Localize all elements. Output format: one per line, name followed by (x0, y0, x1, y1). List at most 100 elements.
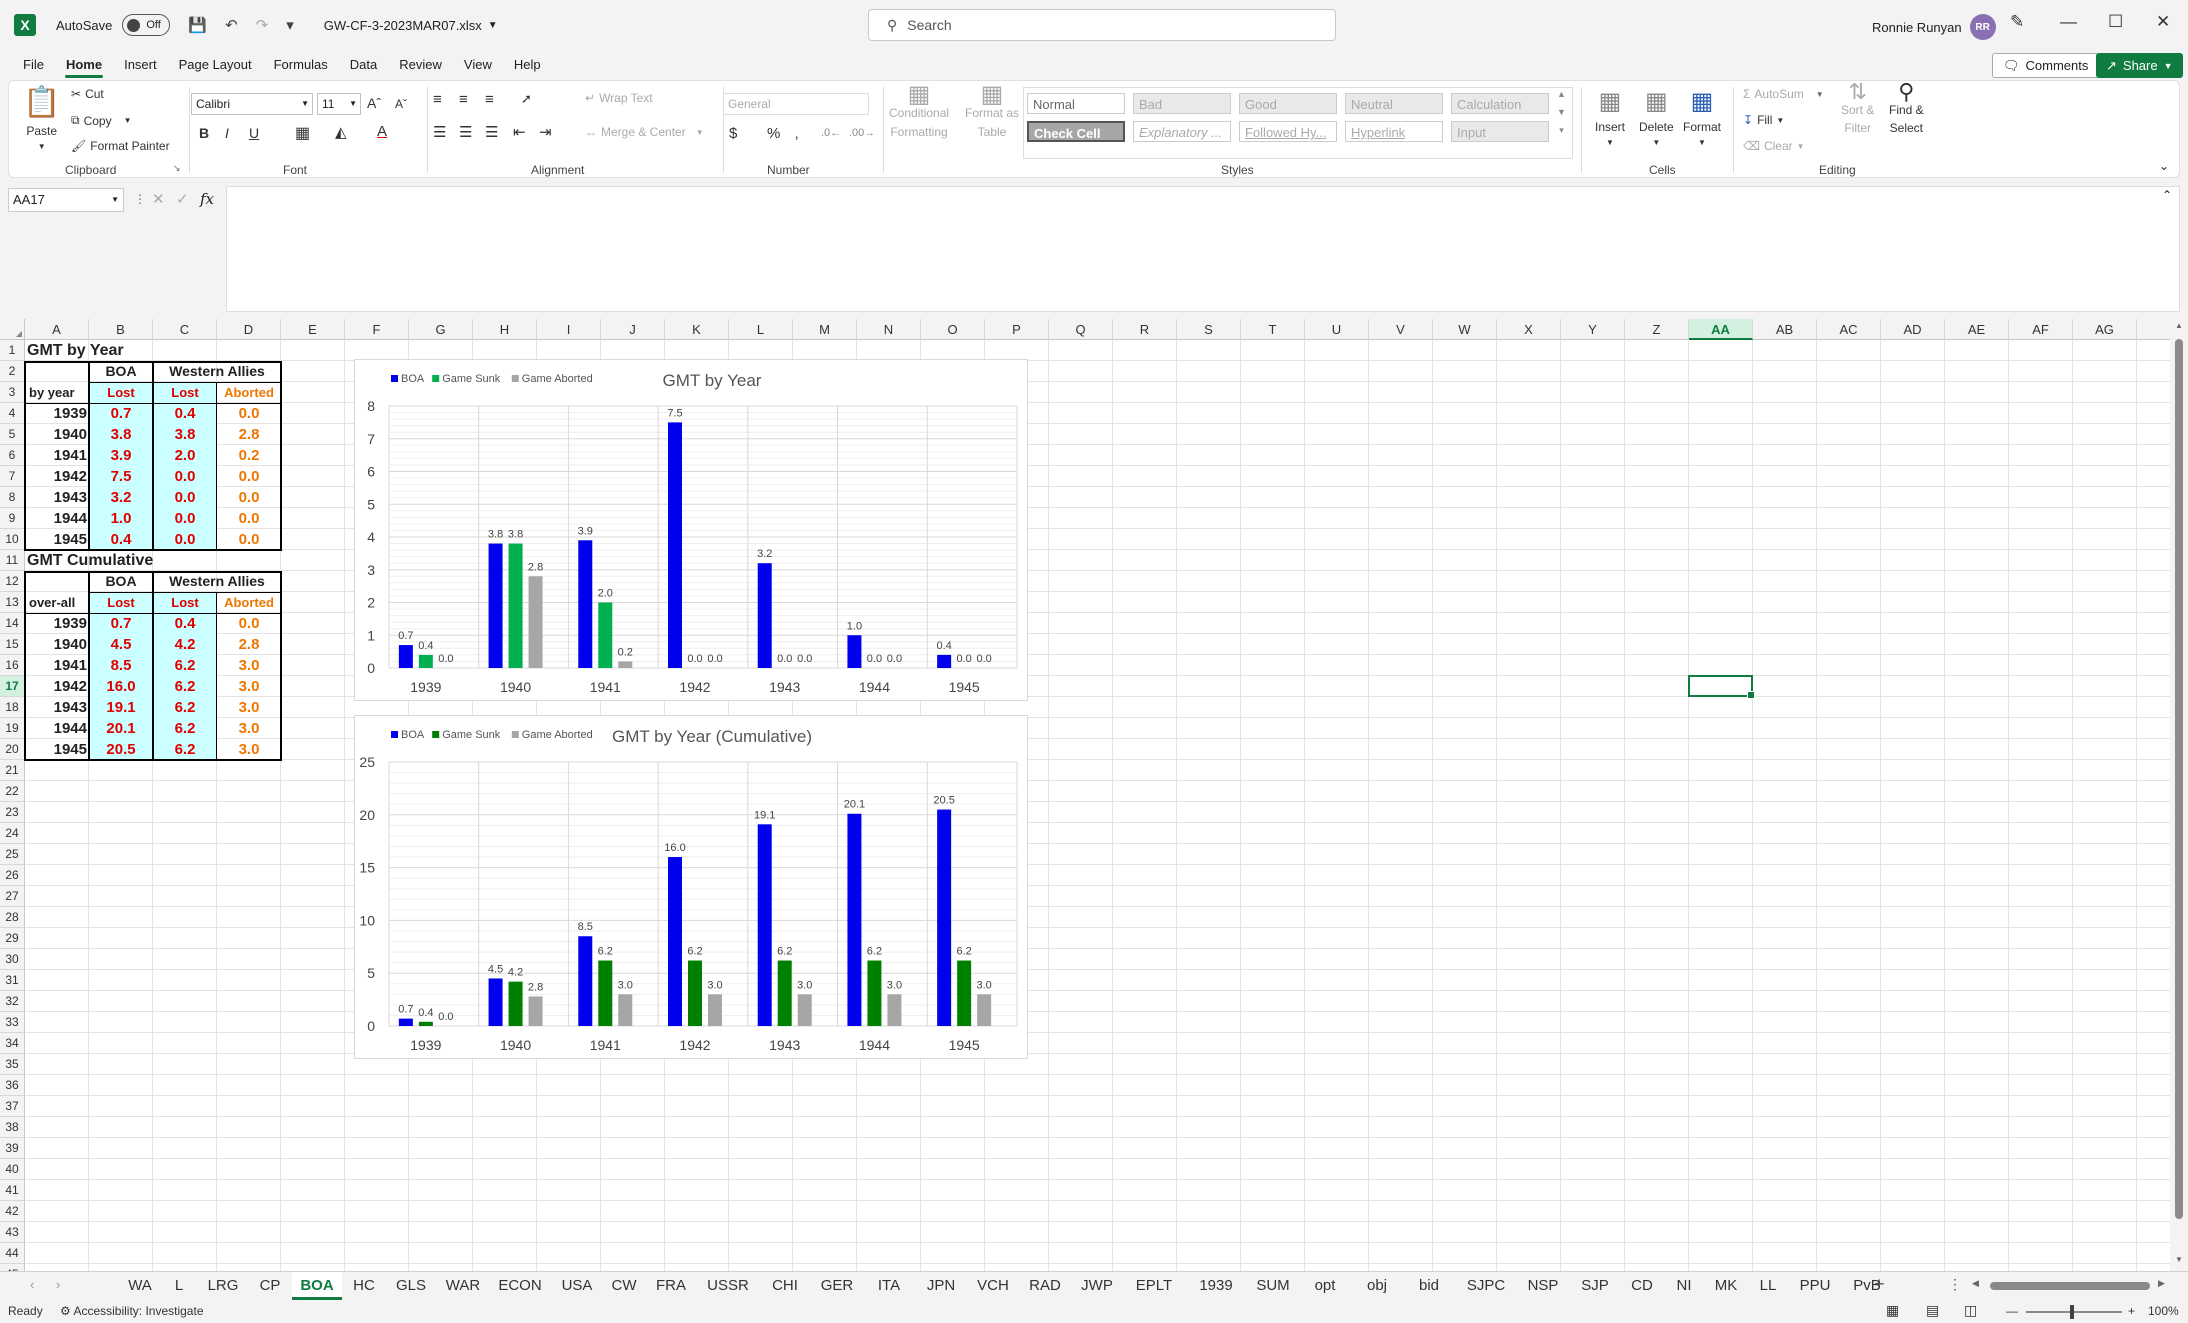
column-header[interactable]: H (473, 319, 537, 340)
style-neutral[interactable]: Neutral (1345, 93, 1443, 114)
row-header[interactable]: 17 (0, 676, 25, 697)
increase-indent-icon[interactable]: ⇥ (539, 123, 552, 141)
sheet-tab[interactable]: VCH (968, 1272, 1018, 1300)
align-top-icon[interactable]: ≡ (433, 91, 442, 108)
row-header[interactable]: 4 (0, 403, 25, 424)
row-header[interactable]: 36 (0, 1075, 25, 1096)
insert-function-icon[interactable]: fx (200, 190, 214, 208)
search-box[interactable]: ⚲ Search (868, 9, 1336, 41)
column-header[interactable]: AF (2009, 319, 2073, 340)
style-bad[interactable]: Bad (1133, 93, 1231, 114)
column-header[interactable]: Z (1625, 319, 1689, 340)
sheet-tab[interactable]: CP (250, 1272, 290, 1300)
column-header[interactable]: M (793, 319, 857, 340)
share-button[interactable]: ↗ Share ▼ (2096, 53, 2183, 78)
paste-button[interactable]: 📋 Paste ▼ (23, 85, 60, 151)
row-header[interactable]: 12 (0, 571, 25, 592)
row-header[interactable]: 27 (0, 886, 25, 907)
row-header[interactable]: 29 (0, 928, 25, 949)
row-header[interactable]: 25 (0, 844, 25, 865)
sheet-tab[interactable]: SJPC (1456, 1272, 1516, 1300)
row-header[interactable]: 3 (0, 382, 25, 403)
column-header[interactable]: AG (2073, 319, 2137, 340)
sheet-tab[interactable]: JPN (916, 1272, 966, 1300)
zoom-level[interactable]: 100% (2148, 1304, 2179, 1318)
row-header[interactable]: 26 (0, 865, 25, 886)
row-header[interactable]: 23 (0, 802, 25, 823)
column-header[interactable]: Y (1561, 319, 1625, 340)
sort-filter-button[interactable]: ⇅ Sort & Filter (1841, 81, 1874, 136)
active-cell[interactable] (1688, 675, 1755, 699)
row-header[interactable]: 13 (0, 592, 25, 613)
format-cells-button[interactable]: ▦ Format ▼ (1683, 87, 1721, 147)
column-header[interactable]: S (1177, 319, 1241, 340)
vertical-scrollbar[interactable]: ▲ ▼ (2170, 319, 2188, 1271)
horizontal-scrollbar[interactable]: ◀ ▶ (1970, 1278, 2170, 1293)
increase-decimal-icon[interactable]: .0← (821, 127, 841, 139)
column-header[interactable]: W (1433, 319, 1497, 340)
sheet-tab[interactable]: GER (812, 1272, 862, 1300)
row-header[interactable]: 44 (0, 1243, 25, 1264)
dialog-launcher-icon[interactable]: ↘ (173, 163, 181, 174)
autosum-button[interactable]: Σ AutoSum ▼ (1743, 87, 1824, 101)
column-header[interactable]: X (1497, 319, 1561, 340)
sheet-tab[interactable]: BOA (292, 1272, 342, 1300)
copy-button[interactable]: ⧉ Copy ▼ (71, 113, 132, 128)
sheet-tab[interactable]: CW (604, 1272, 644, 1300)
tab-insert[interactable]: Insert (113, 50, 168, 80)
align-right-icon[interactable]: ☰ (485, 123, 498, 141)
sheet-tab[interactable]: GLS (386, 1272, 436, 1300)
sheet-tab[interactable]: USSR (698, 1272, 758, 1300)
bold-icon[interactable]: B (199, 125, 209, 141)
sheet-tab[interactable]: RAD (1020, 1272, 1070, 1300)
row-header[interactable]: 2 (0, 361, 25, 382)
sheet-tab[interactable]: 1939 (1186, 1272, 1246, 1300)
sheet-tab[interactable]: opt (1300, 1272, 1350, 1300)
scroll-down-icon[interactable]: ▼ (2175, 1255, 2183, 1264)
next-sheet-icon[interactable]: › (56, 1277, 60, 1292)
select-all-corner[interactable]: ◢ (0, 319, 25, 340)
row-header[interactable]: 10 (0, 529, 25, 550)
tab-page-layout[interactable]: Page Layout (168, 50, 263, 80)
column-header[interactable]: I (537, 319, 601, 340)
row-header[interactable]: 42 (0, 1201, 25, 1222)
insert-cells-button[interactable]: ▦ Insert ▼ (1595, 87, 1625, 147)
column-header[interactable]: AD (1881, 319, 1945, 340)
more-sheets-icon[interactable]: ⋮ (1948, 1276, 1962, 1293)
styles-scroll[interactable]: ▲ ▼ ▾ (1557, 89, 1566, 136)
style-normal[interactable]: Normal (1027, 93, 1125, 114)
column-header[interactable]: R (1113, 319, 1177, 340)
clear-button[interactable]: ⌫ Clear ▼ (1743, 139, 1805, 153)
sheet-tab[interactable]: LRG (198, 1272, 248, 1300)
row-header[interactable]: 16 (0, 655, 25, 676)
sheet-tab[interactable]: L (162, 1272, 196, 1300)
underline-icon[interactable]: U (249, 125, 259, 141)
page-break-view-icon[interactable]: ◫ (1964, 1302, 1977, 1319)
column-header[interactable]: AB (1753, 319, 1817, 340)
delete-cells-button[interactable]: ▦ Delete ▼ (1639, 87, 1674, 147)
conditional-formatting-button[interactable]: ▦ Conditional Formatting (889, 83, 949, 140)
row-header[interactable]: 1 (0, 340, 25, 361)
column-header[interactable]: F (345, 319, 409, 340)
chart-gmt-by-year[interactable]: GMT by Year BOA Game Sunk Game Aborted 0 1 2 3 4… (354, 359, 1028, 701)
row-header[interactable]: 35 (0, 1054, 25, 1075)
row-header[interactable]: 34 (0, 1033, 25, 1054)
undo-icon[interactable]: ↶ (225, 16, 238, 34)
sheet-tab[interactable]: NI (1664, 1272, 1704, 1300)
column-header[interactable]: L (729, 319, 793, 340)
collapse-ribbon-icon[interactable]: ⌄ (2159, 159, 2169, 173)
spreadsheet-grid[interactable]: ◢ A B C D E F G H I J K L M N O P Q R S T U V W X Y Z AA AB AC AD AE AF… (0, 319, 2170, 1271)
column-header[interactable]: G (409, 319, 473, 340)
style-good[interactable]: Good (1239, 93, 1337, 114)
tab-help[interactable]: Help (503, 50, 552, 80)
row-header[interactable]: 30 (0, 949, 25, 970)
cut-button[interactable]: ✂ Cut (71, 87, 104, 101)
style-check-cell[interactable]: Check Cell (1027, 121, 1125, 142)
style-explanatory[interactable]: Explanatory ... (1133, 121, 1231, 142)
zoom-slider[interactable] (2026, 1305, 2122, 1319)
user-account[interactable]: Ronnie Runyan RR (1872, 14, 1996, 40)
align-left-icon[interactable]: ☰ (433, 123, 446, 141)
fill-color-icon[interactable]: ◭ (335, 123, 347, 141)
decrease-indent-icon[interactable]: ⇤ (513, 123, 526, 141)
align-bottom-icon[interactable]: ≡ (485, 91, 494, 108)
